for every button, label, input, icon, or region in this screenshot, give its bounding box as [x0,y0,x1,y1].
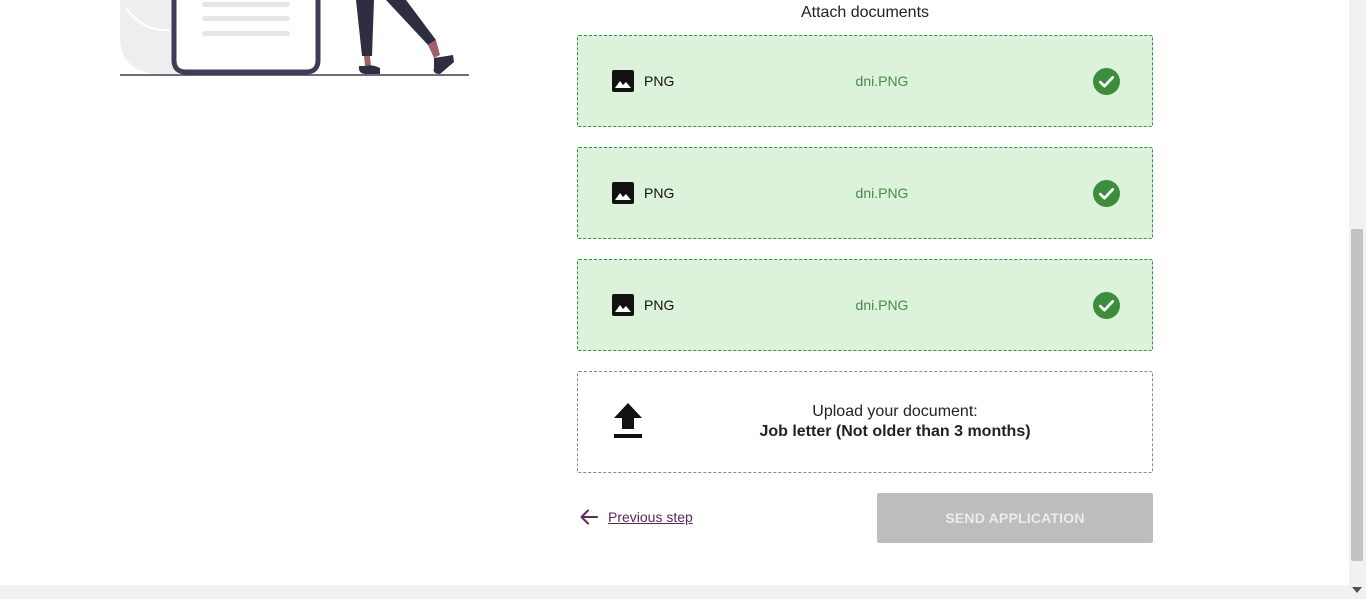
footer [0,585,1349,599]
illustration-graphic [120,0,469,76]
vertical-scrollbar[interactable] [1349,0,1366,599]
check-circle-icon [1093,180,1120,207]
document-card[interactable]: PNG dni.PNG [577,147,1153,239]
arrow-left-icon [580,509,598,525]
document-card[interactable]: PNG dni.PNG [577,35,1153,127]
upload-prompt: Upload your document: [812,403,978,420]
upload-document-type: Job letter (Not older than 3 months) [759,423,1031,440]
previous-step-label: Previous step [608,509,693,525]
illustration [118,0,473,80]
previous-step-link[interactable]: Previous step [577,505,693,529]
check-circle-icon [1093,68,1120,95]
upload-instructions: Upload your document: Job letter (Not ol… [718,402,1072,442]
section-title: Attach documents [800,4,930,21]
scrollbar-thumb[interactable] [1351,229,1363,561]
send-application-button[interactable]: SEND APPLICATION [877,493,1153,543]
upload-icon [614,403,642,438]
upload-dropzone[interactable]: Upload your document: Job letter (Not ol… [577,371,1153,473]
scroll-down-icon[interactable] [1352,587,1362,593]
check-circle-icon [1093,292,1120,319]
document-card[interactable]: PNG dni.PNG [577,259,1153,351]
